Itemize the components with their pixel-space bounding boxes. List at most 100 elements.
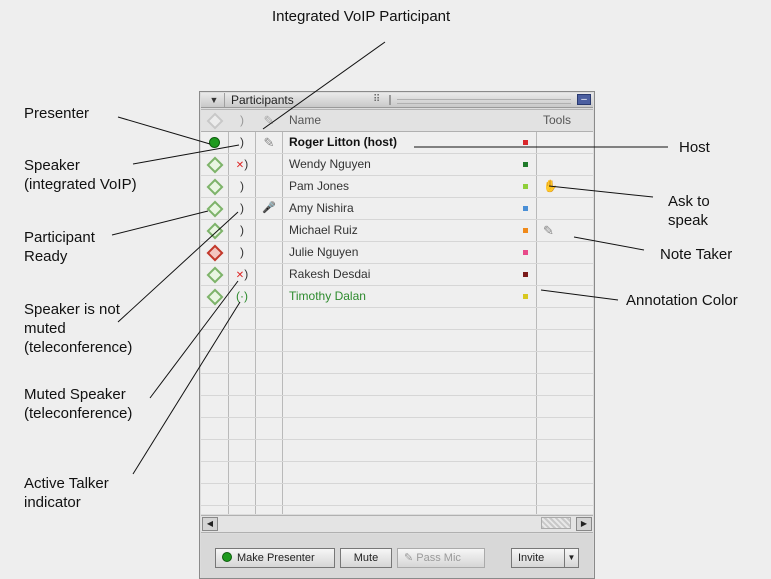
chevron-down-icon[interactable]: ▼	[564, 549, 578, 567]
callout-line: indicator	[24, 494, 81, 511]
status-header-icon	[206, 112, 223, 130]
table-row[interactable]: ) Michael Ruiz ✎	[201, 220, 593, 242]
pass-mic-button[interactable]: ✎ Pass Mic	[397, 548, 485, 568]
mute-button[interactable]: Mute	[340, 548, 392, 568]
green-diamond-icon	[201, 176, 228, 197]
tools-cell	[539, 154, 593, 175]
participant-name: Timothy Dalan	[289, 289, 366, 303]
line-presenter	[117, 116, 211, 145]
empty-row	[201, 440, 593, 462]
muted-speaker-icon: ✕)	[235, 157, 249, 171]
callout-annotation-color: Annotation Color	[626, 292, 738, 309]
make-presenter-button[interactable]: Make Presenter	[215, 548, 335, 568]
empty-cell	[256, 242, 282, 263]
empty-cell	[256, 154, 282, 175]
table-row[interactable]: ) 🎤 Amy Nishira	[201, 198, 593, 220]
swatch	[523, 162, 528, 167]
invite-button[interactable]: Invite ▼	[511, 548, 579, 568]
callout-line: (teleconference)	[24, 405, 133, 422]
line-participant-ready	[111, 210, 209, 236]
tools-cell	[539, 264, 593, 285]
annotation-color-swatch	[523, 264, 533, 285]
empty-row	[201, 374, 593, 396]
status-indicator	[206, 244, 223, 262]
triangle-down-icon[interactable]: ▼	[204, 93, 225, 107]
tools-cell	[539, 242, 593, 263]
swatch	[523, 228, 528, 233]
table-row[interactable]: (·) Timothy Dalan	[201, 286, 593, 308]
pencil-icon: ✎	[543, 223, 554, 238]
participant-name: Roger Litton (host)	[289, 135, 397, 149]
status-indicator	[206, 156, 223, 174]
green-ball-icon	[201, 132, 228, 153]
drag-grip-icon[interactable]: ⠿	[373, 93, 380, 107]
speaker-icon: )	[240, 245, 244, 259]
callout-host: Host	[679, 139, 710, 156]
participants-table: ) ✎ Name Tools ) ✎ Roger Litton (host) ✕) We…	[201, 109, 593, 514]
empty-row	[201, 418, 593, 440]
annotation-color-swatch	[523, 198, 533, 219]
table-row[interactable]: ) Pam Jones ✋	[201, 176, 593, 198]
title-separator	[389, 95, 391, 105]
green-diamond-icon	[201, 198, 228, 219]
callout-ask-to-speak: Ask to speak	[668, 192, 710, 230]
status-header[interactable]	[201, 110, 228, 131]
callout-participant-ready: Participant Ready	[24, 228, 95, 266]
swatch	[523, 184, 528, 189]
callout-line: (integrated VoIP)	[24, 176, 137, 193]
participant-name: Michael Ruiz	[289, 223, 358, 237]
participants-panel: ▼ Participants ⠿ – ) ✎ Name Tools ) ✎ Roge…	[199, 91, 595, 579]
callout-line: speak	[668, 212, 709, 229]
table-row[interactable]: ✕) Wendy Nguyen	[201, 154, 593, 176]
speaker-icon: )	[240, 135, 244, 149]
tools-column-header[interactable]: Tools	[539, 110, 593, 131]
callout-integrated-voip: Integrated VoIP Participant	[272, 8, 451, 25]
swatch	[523, 294, 528, 299]
empty-row	[201, 396, 593, 418]
speaker-icon: )	[240, 201, 244, 215]
name-column-header[interactable]: Name	[289, 110, 519, 131]
callout-line: (teleconference)	[24, 339, 133, 356]
participant-name: Rakesh Desdai	[289, 267, 371, 281]
empty-row	[201, 462, 593, 484]
table-row[interactable]: ) Julie Nguyen	[201, 242, 593, 264]
tools-cell	[539, 198, 593, 219]
horizontal-scrollbar[interactable]: ◀ ▶	[201, 515, 593, 533]
panel-titlebar[interactable]: ▼ Participants ⠿ –	[201, 93, 593, 108]
callout-presenter: Presenter	[24, 105, 90, 122]
callout-line: Muted Speaker	[24, 386, 126, 403]
swatch	[523, 250, 528, 255]
callout-speaker-not-muted: Speaker is not muted (teleconference)	[24, 300, 132, 357]
muted-speaker-icon: ✕)	[235, 267, 249, 281]
callout-muted-speaker: Muted Speaker (teleconference)	[24, 385, 132, 423]
scroll-right-icon[interactable]: ▶	[576, 517, 592, 531]
minimize-icon[interactable]: –	[577, 94, 591, 105]
green-diamond-icon	[201, 286, 228, 307]
annotation-color-swatch	[523, 286, 533, 307]
empty-cell	[256, 220, 282, 241]
speaker-header-icon[interactable]: )	[229, 110, 255, 131]
microphone-icon: 🎤	[262, 202, 276, 214]
scrollbar-thumb[interactable]	[541, 517, 571, 529]
scroll-left-icon[interactable]: ◀	[202, 517, 218, 531]
green-ball-icon	[222, 552, 232, 562]
table-row[interactable]: ✕) Rakesh Desdai	[201, 264, 593, 286]
panel-title: Participants	[231, 93, 294, 107]
tools-cell	[539, 286, 593, 307]
table-row[interactable]: ) ✎ Roger Litton (host)	[201, 132, 593, 154]
annotation-color-swatch	[523, 132, 533, 153]
callout-line: Participant	[24, 229, 95, 246]
swatch	[523, 206, 528, 211]
participant-name: Amy Nishira	[289, 201, 354, 215]
active-talker-icon: (·)	[236, 289, 248, 303]
callout-line: muted	[24, 320, 66, 337]
empty-cell	[256, 286, 282, 307]
pencil-icon: ✎	[404, 552, 414, 564]
green-diamond-icon	[201, 154, 228, 175]
pass-mic-label: Pass Mic	[416, 552, 461, 564]
status-indicator	[206, 266, 223, 284]
pencil-header-icon[interactable]: ✎	[256, 110, 282, 131]
pencil-icon: ✎	[263, 135, 275, 150]
tools-cell	[539, 132, 593, 153]
empty-row	[201, 308, 593, 330]
